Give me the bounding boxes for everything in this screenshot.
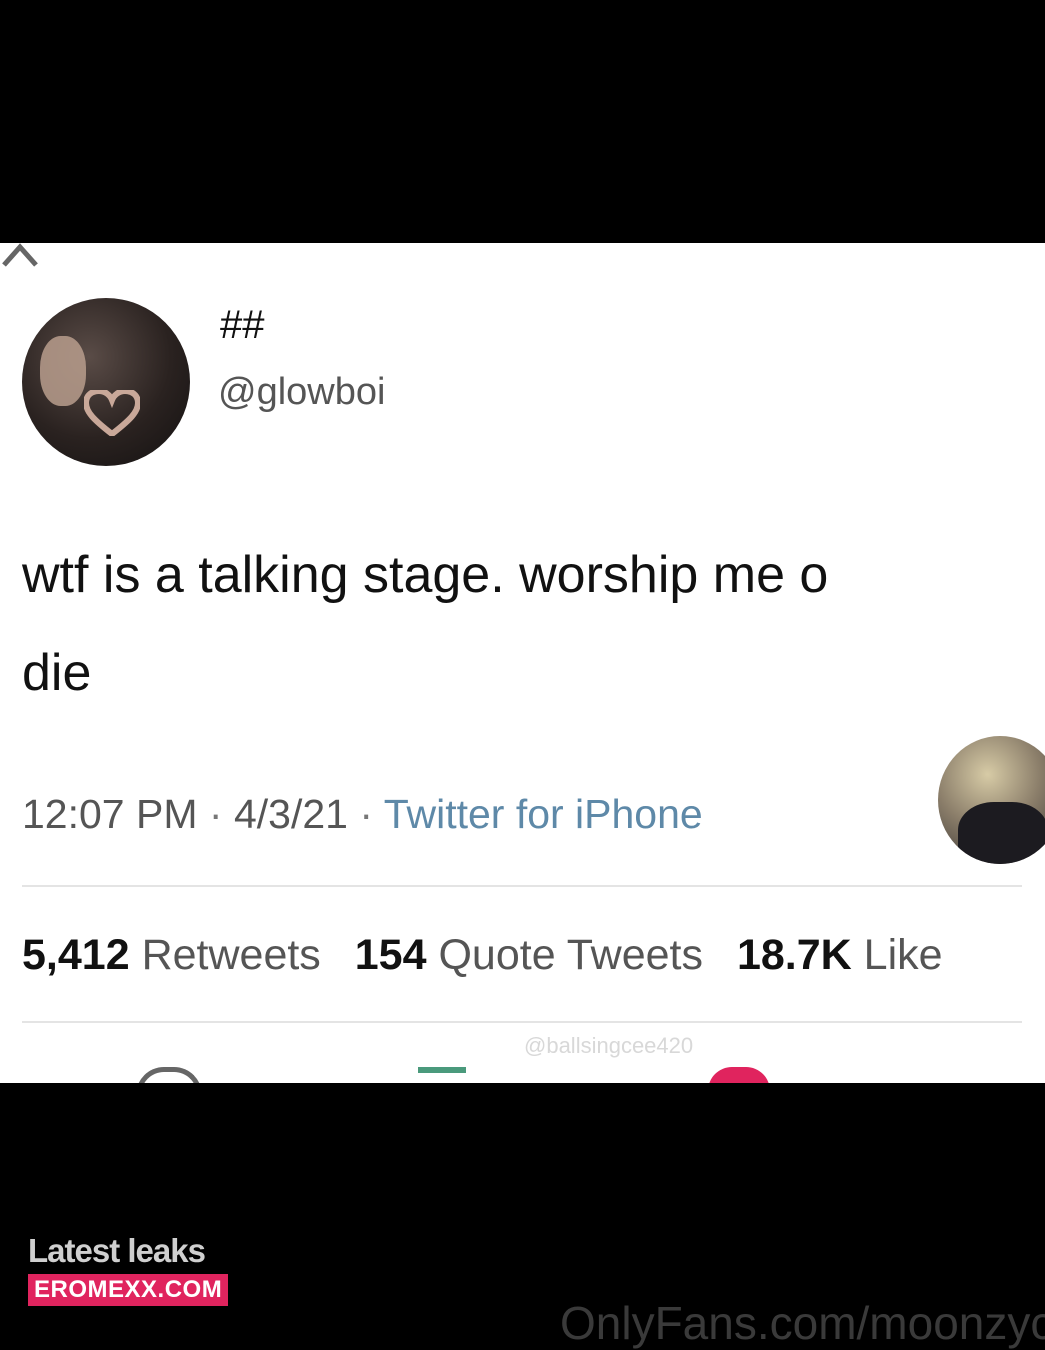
tweet-card: ## @glowboi wtf is a talking stage. wors…	[0, 243, 1045, 1083]
tweet-time[interactable]: 12:07 PM	[22, 791, 198, 837]
like-icon[interactable]	[708, 1067, 770, 1083]
tiktok-watermark: @ballsingcee420	[524, 1033, 694, 1058]
meta-separator: ·	[208, 791, 223, 837]
likes-label[interactable]: Like	[864, 931, 943, 979]
action-bar	[0, 243, 1045, 1083]
retweets-count[interactable]: 5,412	[22, 931, 130, 979]
share-icon[interactable]	[0, 243, 40, 267]
avatar-face	[40, 336, 86, 406]
tweet-date[interactable]: 4/3/21	[234, 791, 348, 837]
overlay-avatar	[938, 736, 1045, 864]
site-brand[interactable]: Latest leaks EROMEXX.COM	[28, 1232, 229, 1306]
brand-tagline: Latest leaks	[28, 1232, 206, 1269]
tweet-meta: 12:07 PM · 4/3/21 · Twitter for iPhone	[22, 791, 703, 838]
likes-count[interactable]: 18.7K	[737, 931, 852, 979]
brand-domain: EROMEXX.COM	[28, 1274, 229, 1306]
quote-label[interactable]: Quote Tweets	[438, 931, 703, 979]
author-display-name[interactable]: ##	[220, 303, 265, 348]
author-handle[interactable]: @glowboi	[218, 371, 385, 414]
author-avatar[interactable]	[22, 298, 190, 466]
tweet-source[interactable]: Twitter for iPhone	[384, 791, 703, 837]
divider	[22, 885, 1022, 887]
retweet-icon[interactable]	[418, 1067, 466, 1083]
heart-hands-icon	[84, 390, 140, 436]
engagement-stats: 5,412 Retweets 154 Quote Tweets 18.7K Li…	[22, 931, 965, 980]
onlyfans-watermark: OnlyFans.com/moonzyca	[560, 1297, 1045, 1349]
quote-count[interactable]: 154	[355, 931, 427, 979]
meta-separator: ·	[359, 791, 374, 837]
divider	[22, 1021, 1022, 1023]
overlay-avatar-shirt	[958, 802, 1045, 864]
tweet-text: wtf is a talking stage. worship me o die	[22, 546, 829, 702]
reply-icon[interactable]	[136, 1067, 202, 1083]
retweets-label[interactable]: Retweets	[142, 931, 321, 979]
